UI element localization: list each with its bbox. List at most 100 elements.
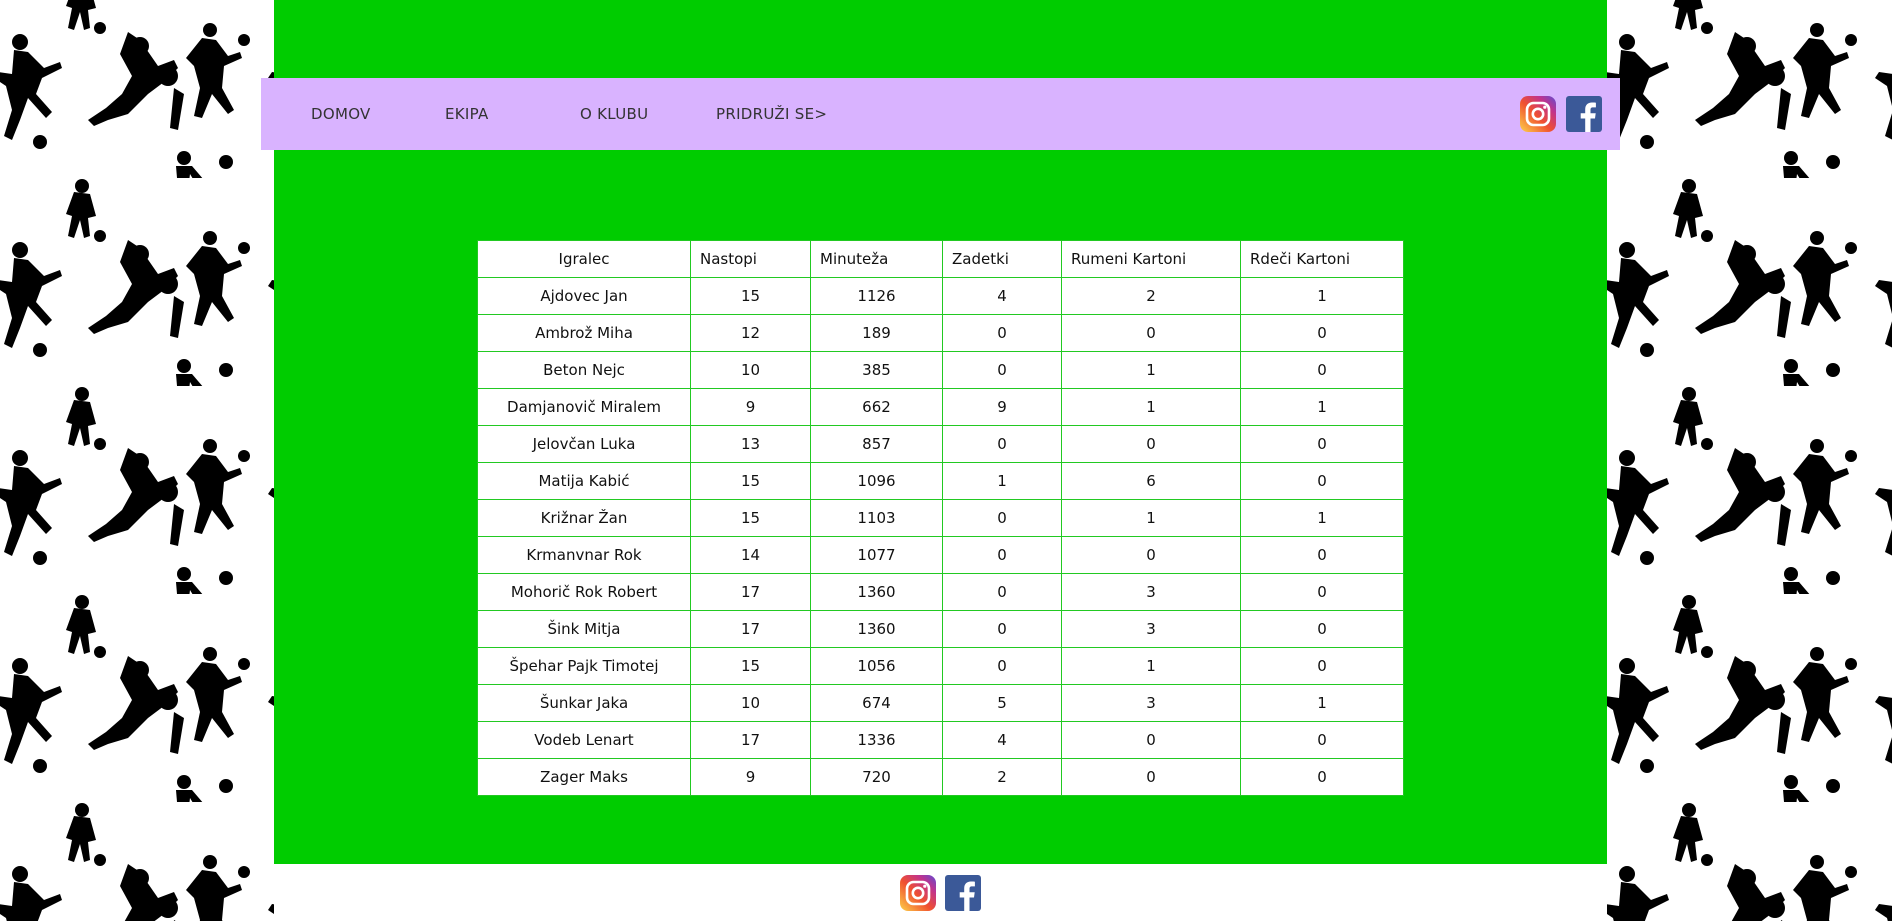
instagram-icon[interactable] [900, 875, 936, 911]
cell-appearances: 9 [690, 758, 811, 796]
cell-appearances: 17 [690, 573, 811, 611]
column-header-appearances: Nastopi [690, 240, 811, 278]
cell-minutes: 189 [810, 314, 943, 352]
table-row: Šunkar Jaka 10 674 5 3 1 [477, 684, 1404, 722]
cell-red-cards: 0 [1240, 610, 1404, 648]
cell-appearances: 10 [690, 351, 811, 389]
cell-player: Vodeb Lenart [477, 721, 691, 759]
table-row: Špehar Pajk Timotej 15 1056 0 1 0 [477, 647, 1404, 685]
facebook-icon[interactable] [1566, 96, 1602, 132]
cell-minutes: 662 [810, 388, 943, 426]
cell-minutes: 857 [810, 425, 943, 463]
player-stats-table: Igralec Nastopi Minuteža Zadetki Rumeni … [477, 240, 1404, 796]
cell-minutes: 1096 [810, 462, 943, 500]
cell-red-cards: 0 [1240, 573, 1404, 611]
nav-link-about[interactable]: O KLUBU [580, 78, 648, 150]
cell-player: Zager Maks [477, 758, 691, 796]
soccer-silhouette-pattern [1607, 0, 1892, 921]
cell-player: Beton Nejc [477, 351, 691, 389]
cell-red-cards: 1 [1240, 388, 1404, 426]
cell-player: Ambrož Miha [477, 314, 691, 352]
instagram-icon[interactable] [1520, 96, 1556, 132]
column-header-minutes: Minuteža [810, 240, 943, 278]
cell-yellow-cards: 1 [1061, 351, 1241, 389]
cell-goals: 0 [942, 610, 1062, 648]
cell-red-cards: 1 [1240, 499, 1404, 537]
nav-link-team[interactable]: EKIPA [445, 78, 489, 150]
cell-appearances: 14 [690, 536, 811, 574]
cell-yellow-cards: 3 [1061, 573, 1241, 611]
cell-red-cards: 0 [1240, 425, 1404, 463]
cell-yellow-cards: 0 [1061, 536, 1241, 574]
table-header-row: Igralec Nastopi Minuteža Zadetki Rumeni … [477, 240, 1404, 278]
cell-goals: 0 [942, 573, 1062, 611]
cell-yellow-cards: 1 [1061, 388, 1241, 426]
column-header-goals: Zadetki [942, 240, 1062, 278]
table-row: Križnar Žan 15 1103 0 1 1 [477, 499, 1404, 537]
table-row: Vodeb Lenart 17 1336 4 0 0 [477, 721, 1404, 759]
cell-player: Šunkar Jaka [477, 684, 691, 722]
cell-minutes: 1360 [810, 610, 943, 648]
cell-goals: 0 [942, 647, 1062, 685]
table-row: Mohorič Rok Robert 17 1360 0 3 0 [477, 573, 1404, 611]
cell-yellow-cards: 1 [1061, 499, 1241, 537]
cell-appearances: 12 [690, 314, 811, 352]
cell-goals: 2 [942, 758, 1062, 796]
column-header-player: Igralec [477, 240, 691, 278]
cell-minutes: 1126 [810, 277, 943, 315]
cell-goals: 0 [942, 536, 1062, 574]
table-row: Zager Maks 9 720 2 0 0 [477, 758, 1404, 796]
cell-red-cards: 0 [1240, 758, 1404, 796]
cell-yellow-cards: 0 [1061, 758, 1241, 796]
cell-yellow-cards: 1 [1061, 647, 1241, 685]
nav-link-join[interactable]: PRIDRUŽI SE> [716, 78, 827, 150]
cell-player: Jelovčan Luka [477, 425, 691, 463]
cell-minutes: 1056 [810, 647, 943, 685]
cell-minutes: 1336 [810, 721, 943, 759]
cell-player: Krmanvnar Rok [477, 536, 691, 574]
cell-goals: 5 [942, 684, 1062, 722]
footer [274, 864, 1607, 921]
cell-appearances: 13 [690, 425, 811, 463]
cell-minutes: 720 [810, 758, 943, 796]
cell-goals: 4 [942, 721, 1062, 759]
cell-red-cards: 0 [1240, 647, 1404, 685]
table-row: Jelovčan Luka 13 857 0 0 0 [477, 425, 1404, 463]
cell-yellow-cards: 2 [1061, 277, 1241, 315]
cell-goals: 0 [942, 499, 1062, 537]
table-row: Matija Kabić 15 1096 1 6 0 [477, 462, 1404, 500]
table-row: Damjanovič Miralem 9 662 9 1 1 [477, 388, 1404, 426]
facebook-icon[interactable] [945, 875, 981, 911]
cell-player: Križnar Žan [477, 499, 691, 537]
cell-player: Mohorič Rok Robert [477, 573, 691, 611]
background-pattern-right [1607, 0, 1892, 921]
cell-appearances: 17 [690, 721, 811, 759]
cell-red-cards: 1 [1240, 684, 1404, 722]
cell-minutes: 385 [810, 351, 943, 389]
cell-red-cards: 0 [1240, 536, 1404, 574]
cell-yellow-cards: 0 [1061, 425, 1241, 463]
cell-minutes: 1360 [810, 573, 943, 611]
cell-goals: 9 [942, 388, 1062, 426]
cell-red-cards: 0 [1240, 721, 1404, 759]
soccer-silhouette-pattern [0, 0, 274, 921]
cell-appearances: 15 [690, 277, 811, 315]
cell-goals: 0 [942, 314, 1062, 352]
cell-appearances: 15 [690, 499, 811, 537]
cell-red-cards: 0 [1240, 462, 1404, 500]
table-row: Krmanvnar Rok 14 1077 0 0 0 [477, 536, 1404, 574]
column-header-yellow-cards: Rumeni Kartoni [1061, 240, 1241, 278]
cell-goals: 1 [942, 462, 1062, 500]
cell-appearances: 15 [690, 647, 811, 685]
cell-player: Damjanovič Miralem [477, 388, 691, 426]
cell-player: Matija Kabić [477, 462, 691, 500]
cell-appearances: 9 [690, 388, 811, 426]
cell-appearances: 10 [690, 684, 811, 722]
cell-yellow-cards: 3 [1061, 684, 1241, 722]
cell-red-cards: 1 [1240, 277, 1404, 315]
cell-goals: 4 [942, 277, 1062, 315]
cell-minutes: 1077 [810, 536, 943, 574]
cell-red-cards: 0 [1240, 314, 1404, 352]
cell-appearances: 17 [690, 610, 811, 648]
nav-link-home[interactable]: DOMOV [311, 78, 371, 150]
